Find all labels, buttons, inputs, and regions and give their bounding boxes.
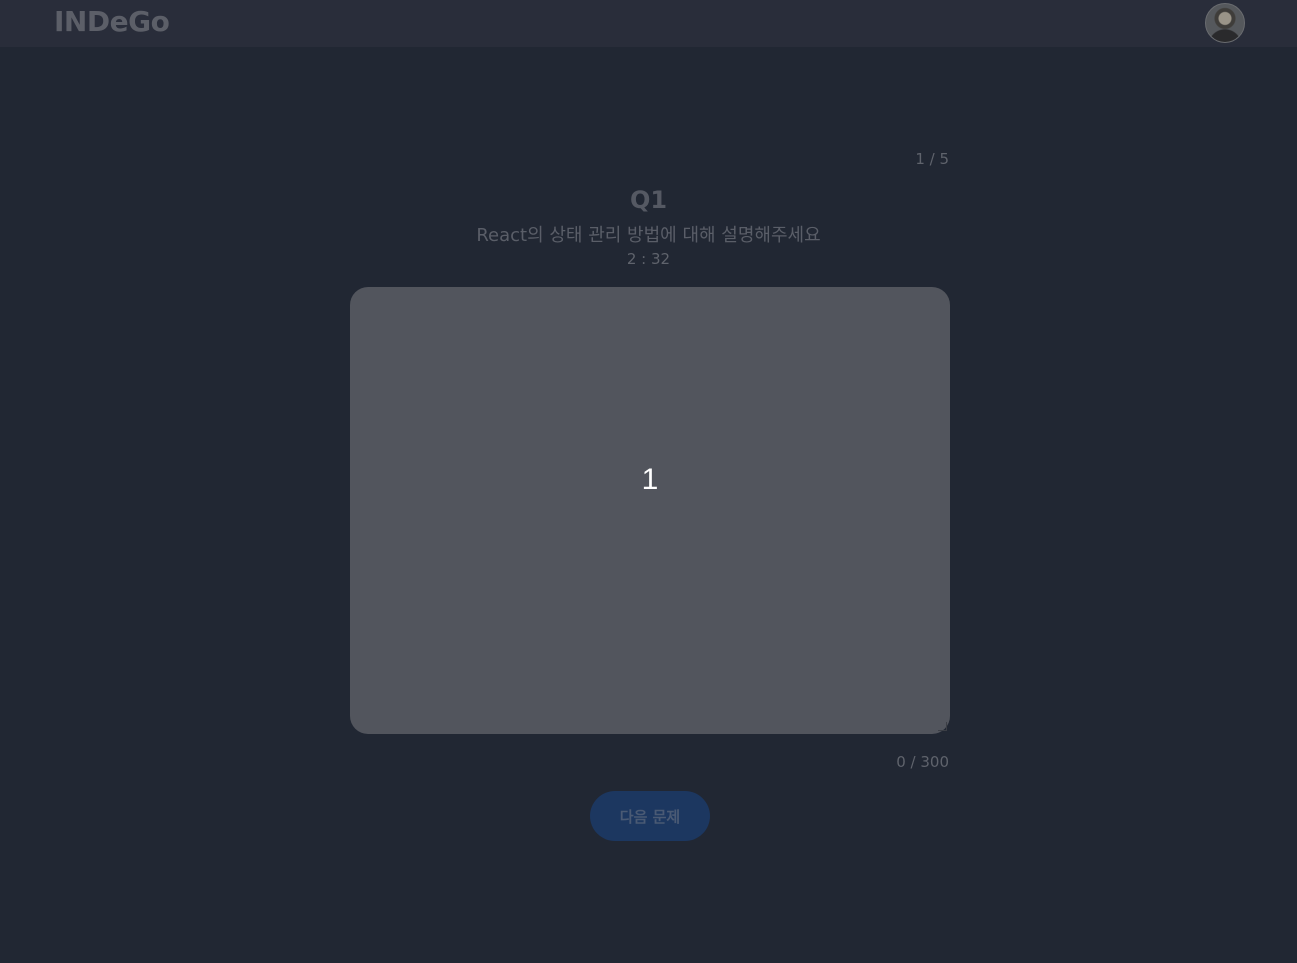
app-logo[interactable]: INDeGo [54,4,170,40]
answer-textarea[interactable]: 1 [350,287,950,734]
user-avatar[interactable] [1205,3,1245,43]
countdown-overlay: 1 [641,463,659,496]
question-progress: 1 / 5 [915,150,949,168]
question-text: React의 상태 관리 방법에 대해 설명해주세요 [476,225,821,246]
answer-timer: 2 : 32 [626,250,671,268]
top-navigation-bar: INDeGo [0,0,1297,47]
next-question-button[interactable]: 다음 문제 [590,791,710,841]
question-number: Q1 [629,186,668,214]
character-count: 0 / 300 [896,753,949,771]
resize-grip-icon[interactable] [938,722,947,731]
